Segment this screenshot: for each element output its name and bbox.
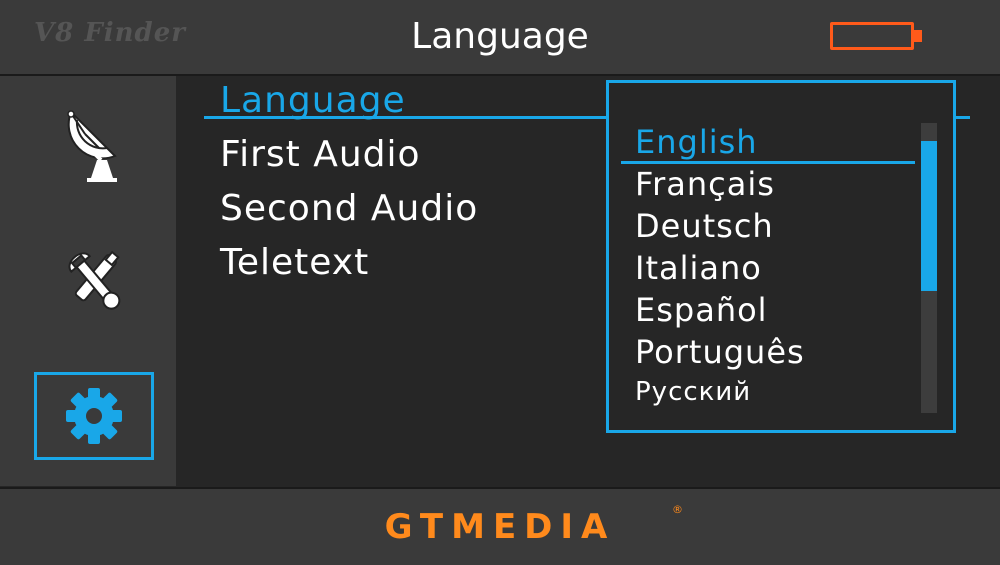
language-option-russian[interactable]: Русский	[635, 377, 751, 407]
footer-bar: GTMEDIA ®	[0, 487, 1000, 565]
battery-icon-tip	[914, 30, 922, 42]
sidebar-item-settings[interactable]	[34, 372, 154, 460]
sidebar	[0, 76, 176, 486]
menu-item-first-audio[interactable]: First Audio	[220, 134, 421, 175]
tools-icon	[68, 250, 121, 310]
receiver-screen: V8 Finder Language Language First Audio …	[0, 0, 1000, 565]
language-option-espanol[interactable]: Español	[635, 291, 768, 329]
satellite-dish-icon	[67, 110, 117, 182]
menu-item-second-audio[interactable]: Second Audio	[220, 188, 478, 229]
language-option-deutsch[interactable]: Deutsch	[635, 207, 774, 245]
sidebar-item-tools[interactable]	[34, 236, 154, 324]
language-option-english[interactable]: English	[635, 123, 758, 161]
menu-item-language[interactable]: Language	[220, 80, 406, 121]
language-option-francais[interactable]: Français	[635, 165, 775, 203]
registered-mark: ®	[672, 503, 683, 516]
language-selection-underline	[621, 161, 915, 164]
language-option-italiano[interactable]: Italiano	[635, 249, 762, 287]
sidebar-item-satellite[interactable]	[34, 100, 154, 188]
header-bar: V8 Finder Language	[0, 0, 1000, 76]
battery-icon	[830, 22, 914, 50]
language-dropdown-list[interactable]: English Français Deutsch Italiano Españo…	[606, 80, 956, 433]
scrollbar-thumb[interactable]	[921, 141, 937, 291]
menu-item-teletext[interactable]: Teletext	[220, 242, 369, 283]
gtmedia-logo: GTMEDIA	[384, 507, 616, 547]
scrollbar-track[interactable]	[921, 123, 937, 413]
gear-icon	[66, 388, 122, 444]
language-option-portugues[interactable]: Português	[635, 333, 805, 371]
